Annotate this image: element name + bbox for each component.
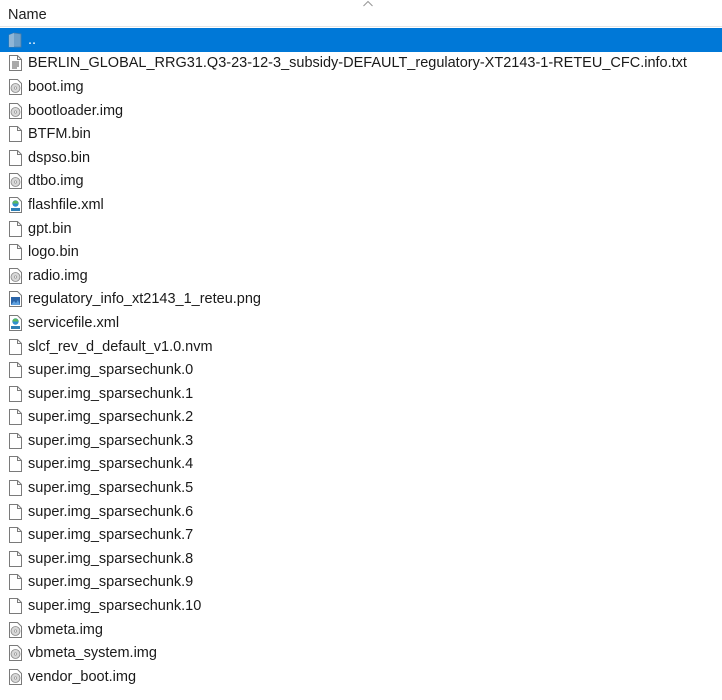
file-name-label: gpt.bin [28, 220, 72, 237]
file-row[interactable]: super.img_sparsechunk.2 [0, 406, 722, 430]
file-name-label: vbmeta_system.img [28, 645, 157, 662]
file-row[interactable]: bootloader.img [0, 99, 722, 123]
file-name-label: super.img_sparsechunk.2 [28, 409, 194, 426]
blank-file-icon [7, 149, 23, 167]
file-name-label: slcf_rev_d_default_v1.0.nvm [28, 338, 213, 355]
disc-image-icon [7, 644, 23, 662]
file-row[interactable]: flashfile.xml [0, 193, 722, 217]
xml-file-icon [7, 196, 23, 214]
file-name-label: flashfile.xml [28, 196, 104, 213]
file-row[interactable]: regulatory_info_xt2143_1_reteu.png [0, 288, 722, 312]
file-name-label: super.img_sparsechunk.5 [28, 480, 194, 497]
file-row[interactable]: boot.img [0, 75, 722, 99]
file-row[interactable]: logo.bin [0, 240, 722, 264]
blank-file-icon [7, 361, 23, 379]
file-row[interactable]: gpt.bin [0, 217, 722, 241]
blank-file-icon [7, 243, 23, 261]
file-row[interactable]: vbmeta.img [0, 618, 722, 642]
disc-image-icon [7, 78, 23, 96]
disc-image-icon [7, 102, 23, 120]
disc-image-icon [7, 668, 23, 686]
file-row[interactable]: super.img_sparsechunk.5 [0, 476, 722, 500]
file-name-label: super.img_sparsechunk.7 [28, 527, 194, 544]
file-name-label: super.img_sparsechunk.4 [28, 456, 194, 473]
image-file-icon [7, 290, 23, 308]
file-name-label: radio.img [28, 267, 88, 284]
file-row[interactable]: vendor_boot.img [0, 665, 722, 689]
blank-file-icon [7, 385, 23, 403]
disc-image-icon [7, 621, 23, 639]
file-row[interactable]: BTFM.bin [0, 122, 722, 146]
parent-folder-row[interactable]: .. [0, 28, 722, 52]
file-name-label: dspso.bin [28, 149, 91, 166]
blank-file-icon [7, 526, 23, 544]
file-row[interactable]: super.img_sparsechunk.0 [0, 358, 722, 382]
file-row[interactable]: radio.img [0, 264, 722, 288]
blank-file-icon [7, 408, 23, 426]
file-name-label: super.img_sparsechunk.9 [28, 574, 194, 591]
file-name-label: super.img_sparsechunk.0 [28, 362, 194, 379]
chevron-up-icon [363, 0, 373, 7]
file-name-label: BTFM.bin [28, 126, 91, 143]
file-list: .. BERLIN_GLOBAL_RRG31.Q3-23-12-3_subsidy… [0, 28, 722, 689]
xml-file-icon [7, 314, 23, 332]
file-row[interactable]: BERLIN_GLOBAL_RRG31.Q3-23-12-3_subsidy-D… [0, 52, 722, 76]
file-row[interactable]: super.img_sparsechunk.1 [0, 382, 722, 406]
file-row[interactable]: slcf_rev_d_default_v1.0.nvm [0, 335, 722, 359]
file-row[interactable]: super.img_sparsechunk.7 [0, 523, 722, 547]
file-row[interactable]: dspso.bin [0, 146, 722, 170]
file-name-label: boot.img [28, 78, 84, 95]
file-name-label: bootloader.img [28, 102, 124, 119]
file-row[interactable]: super.img_sparsechunk.10 [0, 594, 722, 618]
blank-file-icon [7, 550, 23, 568]
file-row[interactable]: super.img_sparsechunk.6 [0, 500, 722, 524]
file-row[interactable]: super.img_sparsechunk.8 [0, 547, 722, 571]
file-name-label: super.img_sparsechunk.1 [28, 385, 194, 402]
file-row[interactable]: super.img_sparsechunk.3 [0, 429, 722, 453]
blank-file-icon [7, 597, 23, 615]
file-name-label: BERLIN_GLOBAL_RRG31.Q3-23-12-3_subsidy-D… [28, 55, 687, 72]
disc-image-icon [7, 172, 23, 190]
file-name-label: servicefile.xml [28, 314, 120, 331]
column-header: Name [0, 0, 722, 27]
file-name-label: vbmeta.img [28, 621, 103, 638]
blank-file-icon [7, 573, 23, 591]
file-name-label: logo.bin [28, 244, 79, 261]
blank-file-icon [7, 432, 23, 450]
file-name-label: super.img_sparsechunk.6 [28, 503, 194, 520]
file-row[interactable]: dtbo.img [0, 170, 722, 194]
file-name-label: vendor_boot.img [28, 668, 137, 685]
file-name-label: super.img_sparsechunk.10 [28, 598, 202, 615]
blank-file-icon [7, 479, 23, 497]
text-file-icon [7, 54, 23, 72]
blank-file-icon [7, 455, 23, 473]
name-column-header[interactable]: Name [8, 7, 47, 23]
file-row[interactable]: super.img_sparsechunk.4 [0, 453, 722, 477]
file-name-label: super.img_sparsechunk.3 [28, 432, 194, 449]
file-row[interactable]: super.img_sparsechunk.9 [0, 571, 722, 595]
file-name-label: regulatory_info_xt2143_1_reteu.png [28, 291, 261, 308]
parent-folder-icon [7, 31, 23, 49]
blank-file-icon [7, 220, 23, 238]
blank-file-icon [7, 125, 23, 143]
blank-file-icon [7, 338, 23, 356]
disc-image-icon [7, 267, 23, 285]
file-name-label: dtbo.img [28, 173, 84, 190]
file-row[interactable]: servicefile.xml [0, 311, 722, 335]
blank-file-icon [7, 503, 23, 521]
file-name-label: .. [28, 31, 37, 48]
file-name-label: super.img_sparsechunk.8 [28, 550, 194, 567]
file-row[interactable]: vbmeta_system.img [0, 641, 722, 665]
